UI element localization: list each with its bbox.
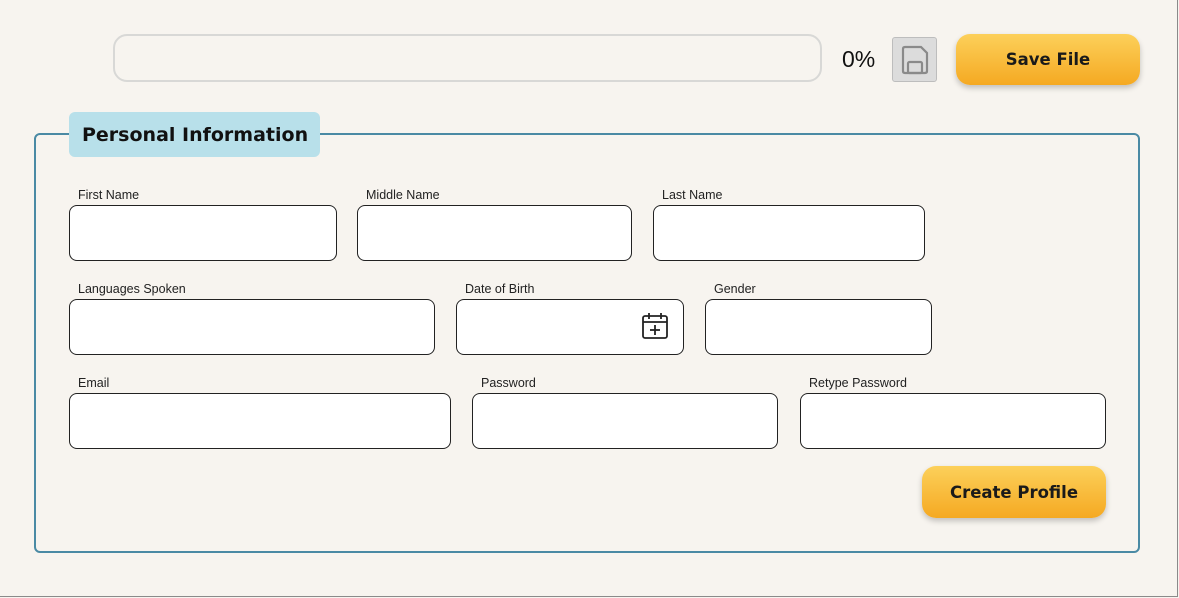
retype-password-field[interactable]: [800, 393, 1106, 449]
progress-percent-label: 0%: [842, 46, 876, 72]
gender-field[interactable]: [705, 299, 932, 355]
first-name-field[interactable]: [69, 205, 337, 261]
middle-name-field[interactable]: [357, 205, 632, 261]
save-file-button[interactable]: Save File: [956, 34, 1140, 85]
password-field[interactable]: [472, 393, 778, 449]
password-label: Password: [481, 376, 536, 390]
calendar-add-icon[interactable]: [641, 312, 669, 340]
gender-label: Gender: [714, 282, 756, 296]
last-name-field[interactable]: [653, 205, 925, 261]
middle-name-label: Middle Name: [366, 188, 440, 202]
progress-bar: [113, 34, 822, 82]
email-field[interactable]: [69, 393, 451, 449]
retype-password-label: Retype Password: [809, 376, 907, 390]
email-label: Email: [78, 376, 110, 390]
first-name-label: First Name: [78, 188, 140, 202]
date-of-birth-label: Date of Birth: [465, 282, 535, 296]
create-profile-button[interactable]: Create Profile: [922, 466, 1106, 518]
languages-spoken-label: Languages Spoken: [78, 282, 186, 296]
floppy-disk-icon: [901, 45, 928, 74]
languages-spoken-field[interactable]: [69, 299, 435, 355]
personal-information-legend: Personal Information: [69, 112, 320, 157]
save-icon-button[interactable]: [892, 37, 937, 82]
last-name-label: Last Name: [662, 188, 723, 202]
